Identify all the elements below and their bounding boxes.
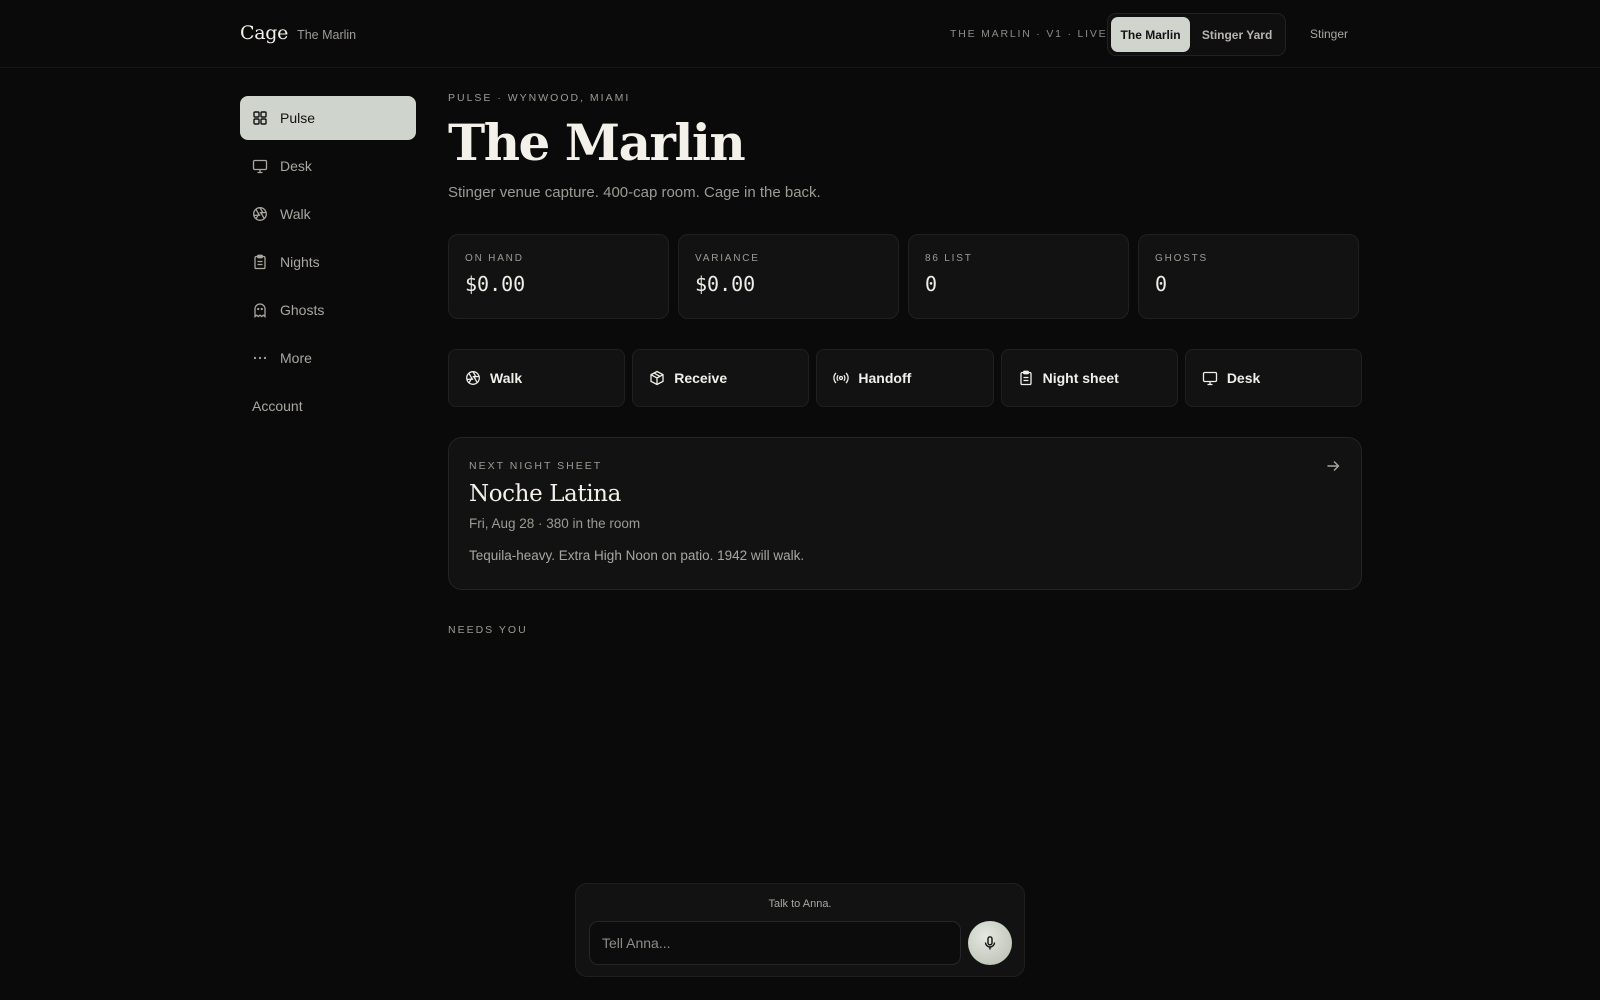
brand-venue: The Marlin (297, 28, 357, 42)
main-content: PULSE · WYNWOOD, MIAMI The Marlin Stinge… (448, 92, 1363, 636)
action-label: Walk (490, 369, 523, 386)
brand[interactable]: Cage The Marlin (240, 22, 356, 44)
microphone-icon (984, 936, 996, 950)
handoff-button[interactable]: Handoff (816, 348, 994, 407)
desk-button[interactable]: Desk (1184, 348, 1363, 407)
action-label: Night sheet (1042, 369, 1119, 386)
user-menu[interactable]: Stinger (1310, 27, 1348, 41)
sidebar-item-pulse[interactable]: Pulse (240, 96, 416, 140)
sidebar-item-label: Pulse (280, 110, 316, 126)
monitor-icon (252, 159, 268, 174)
aperture-icon (253, 207, 267, 221)
more-icon (253, 356, 267, 360)
sidebar-item-label: Walk (280, 206, 311, 222)
action-label: Handoff (858, 369, 912, 386)
venue-tab-stinger-yard[interactable]: Stinger Yard (1192, 17, 1282, 52)
night-title: Noche Latina (469, 480, 621, 507)
ghost-icon (254, 303, 266, 318)
sidebar-item-walk[interactable]: Walk (240, 192, 416, 236)
package-icon (650, 370, 664, 385)
sidebar-item-more[interactable]: More (240, 336, 416, 380)
grid-icon (253, 111, 267, 125)
arrow-right-icon[interactable] (1325, 458, 1341, 474)
stat-card-ghosts[interactable]: GHOSTS 0 (1138, 233, 1359, 319)
sidebar: Pulse Desk Walk Nights Ghosts More Accou… (240, 96, 416, 428)
monitor-icon (1202, 371, 1217, 385)
stat-value: 0 (925, 271, 938, 296)
stat-card-86-list[interactable]: 86 LIST 0 (908, 233, 1129, 319)
stat-card-variance[interactable]: VARIANCE $0.00 (678, 233, 899, 319)
sidebar-item-label: More (280, 350, 312, 366)
venue-switcher: The Marlin Stinger Yard (1107, 13, 1286, 56)
mic-button[interactable] (968, 921, 1012, 965)
night-note: Tequila-heavy. Extra High Noon on patio.… (469, 547, 805, 563)
stat-label: GHOSTS (1155, 252, 1209, 264)
radio-icon (833, 372, 850, 383)
stat-label: VARIANCE (695, 252, 760, 264)
stat-value: $0.00 (465, 271, 526, 296)
assistant-input[interactable] (589, 921, 961, 965)
page-eyebrow: PULSE · WYNWOOD, MIAMI (448, 92, 631, 104)
brand-name: Cage (240, 22, 289, 44)
quick-actions: Walk Receive Handoff Night sheet Desk (448, 348, 1363, 407)
stat-card-on-hand[interactable]: ON HAND $0.00 (448, 233, 669, 319)
environment-label: THE MARLIN · V1 · LIVE (950, 28, 1108, 40)
next-night-sheet-card[interactable]: NEXT NIGHT SHEET Noche Latina Fri, Aug 2… (448, 436, 1362, 590)
venue-tab-the-marlin[interactable]: The Marlin (1111, 17, 1191, 52)
stat-value: 0 (1155, 271, 1168, 296)
card-eyebrow: NEXT NIGHT SHEET (469, 459, 603, 472)
page-title: The Marlin (448, 113, 746, 172)
composer-label: Talk to Anna. (768, 898, 832, 910)
sidebar-item-label: Desk (280, 158, 312, 174)
stat-label: 86 LIST (925, 252, 973, 264)
sidebar-item-nights[interactable]: Nights (240, 240, 416, 284)
aperture-icon (466, 370, 480, 385)
walk-button[interactable]: Walk (448, 348, 626, 407)
assistant-composer: Talk to Anna. (575, 883, 1025, 977)
sidebar-item-label: Ghosts (280, 302, 325, 318)
clipboard-icon (254, 254, 266, 270)
night-meta: Fri, Aug 28 · 380 in the room (469, 515, 641, 531)
needs-you-heading: NEEDS YOU (448, 623, 528, 636)
top-bar: Cage The Marlin THE MARLIN · V1 · LIVE T… (0, 0, 1600, 68)
sidebar-item-ghosts[interactable]: Ghosts (240, 288, 416, 332)
stat-value: $0.00 (695, 271, 756, 296)
sidebar-item-account[interactable]: Account (240, 384, 416, 428)
stats-row: ON HAND $0.00 VARIANCE $0.00 86 LIST 0 G… (448, 233, 1362, 319)
clipboard-icon (1019, 370, 1032, 385)
page-subtitle: Stinger venue capture. 400-cap room. Cag… (448, 183, 821, 201)
stat-label: ON HAND (465, 252, 524, 264)
receive-button[interactable]: Receive (632, 348, 810, 407)
night-sheet-button[interactable]: Night sheet (1000, 348, 1178, 407)
sidebar-item-label: Nights (280, 254, 320, 270)
action-label: Receive (674, 369, 728, 386)
sidebar-item-desk[interactable]: Desk (240, 144, 416, 188)
action-label: Desk (1226, 369, 1261, 386)
